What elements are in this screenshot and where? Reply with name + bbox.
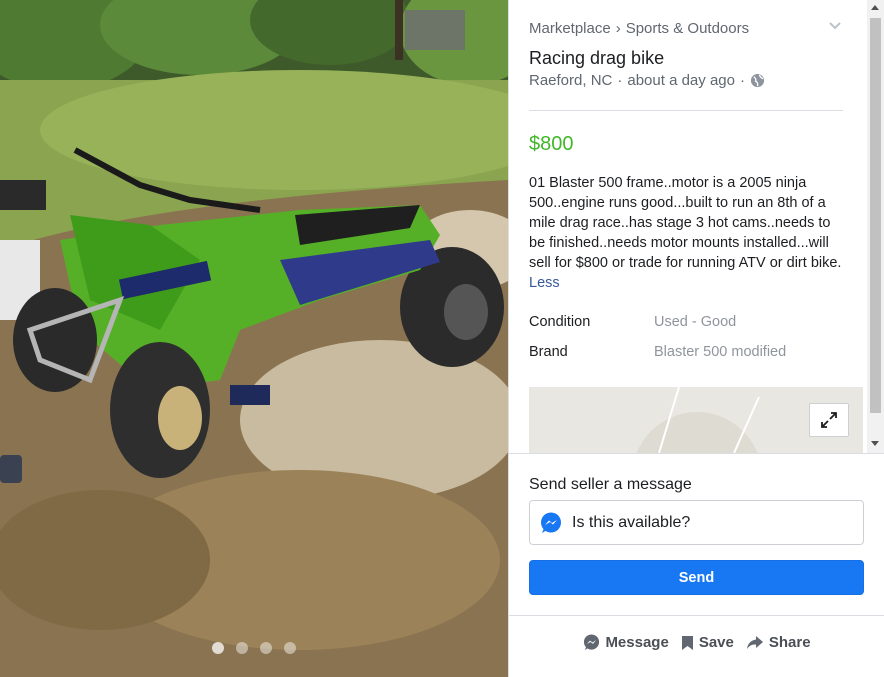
chevron-down-icon[interactable]: [828, 19, 842, 33]
section-divider: [509, 453, 884, 454]
scrollbar-thumb[interactable]: [870, 18, 881, 413]
message-input-box[interactable]: [529, 500, 864, 545]
attribute-label: Brand: [529, 344, 568, 360]
listing-meta: Raeford, NC · about a day ago ·: [529, 72, 765, 89]
breadcrumb-category[interactable]: Sports & Outdoors: [626, 20, 749, 37]
attribute-value: Used - Good: [654, 314, 737, 330]
save-action[interactable]: Save: [681, 634, 734, 651]
scroll-up-arrow[interactable]: [871, 5, 879, 10]
send-seller-label: Send seller a message: [529, 476, 692, 493]
message-action-label: Message: [605, 634, 669, 651]
message-input[interactable]: [572, 501, 852, 544]
listing-location[interactable]: Raeford, NC: [529, 72, 612, 89]
share-action-label: Share: [768, 634, 811, 651]
globe-icon: [750, 73, 765, 88]
panel-scrollbar[interactable]: [867, 0, 884, 453]
carousel-dot-3[interactable]: [260, 642, 272, 654]
share-action[interactable]: Share: [746, 634, 811, 651]
listing-photo[interactable]: [0, 0, 508, 677]
location-map[interactable]: [529, 387, 863, 453]
breadcrumb: Marketplace › Sports & Outdoors: [529, 20, 749, 37]
expand-map-button[interactable]: [809, 403, 849, 437]
listing-title: Racing drag bike: [529, 48, 665, 68]
expand-icon: [821, 412, 837, 428]
listing-description: 01 Blaster 500 frame..motor is a 2005 ni…: [529, 173, 849, 293]
breadcrumb-separator: ›: [615, 20, 621, 37]
attribute-label: Condition: [529, 314, 591, 330]
scroll-down-arrow[interactable]: [871, 441, 879, 446]
listing-price: $800: [529, 133, 574, 155]
breadcrumb-marketplace[interactable]: Marketplace: [529, 20, 611, 37]
description-text: 01 Blaster 500 frame..motor is a 2005 ni…: [529, 175, 842, 271]
carousel-dots: [0, 641, 508, 659]
listing-actions: Message Save Share: [509, 634, 884, 651]
send-button[interactable]: Send: [529, 560, 864, 595]
meta-separator: ·: [739, 72, 745, 89]
section-divider: [529, 110, 843, 111]
less-link[interactable]: Less: [529, 275, 560, 291]
save-action-label: Save: [698, 634, 734, 651]
carousel-dot-1[interactable]: [212, 642, 224, 654]
bookmark-icon: [681, 635, 693, 650]
message-action[interactable]: Message: [583, 634, 669, 651]
section-divider: [509, 615, 884, 616]
messenger-icon: [541, 512, 561, 533]
listing-details-panel: Marketplace › Sports & Outdoors Racing d…: [508, 0, 884, 677]
meta-separator: ·: [617, 72, 623, 89]
messenger-icon: [584, 634, 600, 651]
listing-details-scroll[interactable]: Marketplace › Sports & Outdoors Racing d…: [509, 0, 884, 453]
carousel-dot-4[interactable]: [284, 642, 296, 654]
quad-bike-photo: [0, 0, 508, 677]
listing-time: about a day ago: [627, 72, 735, 89]
attribute-value: Blaster 500 modified: [654, 344, 787, 360]
share-icon: [746, 636, 763, 649]
carousel-dot-2[interactable]: [236, 642, 248, 654]
